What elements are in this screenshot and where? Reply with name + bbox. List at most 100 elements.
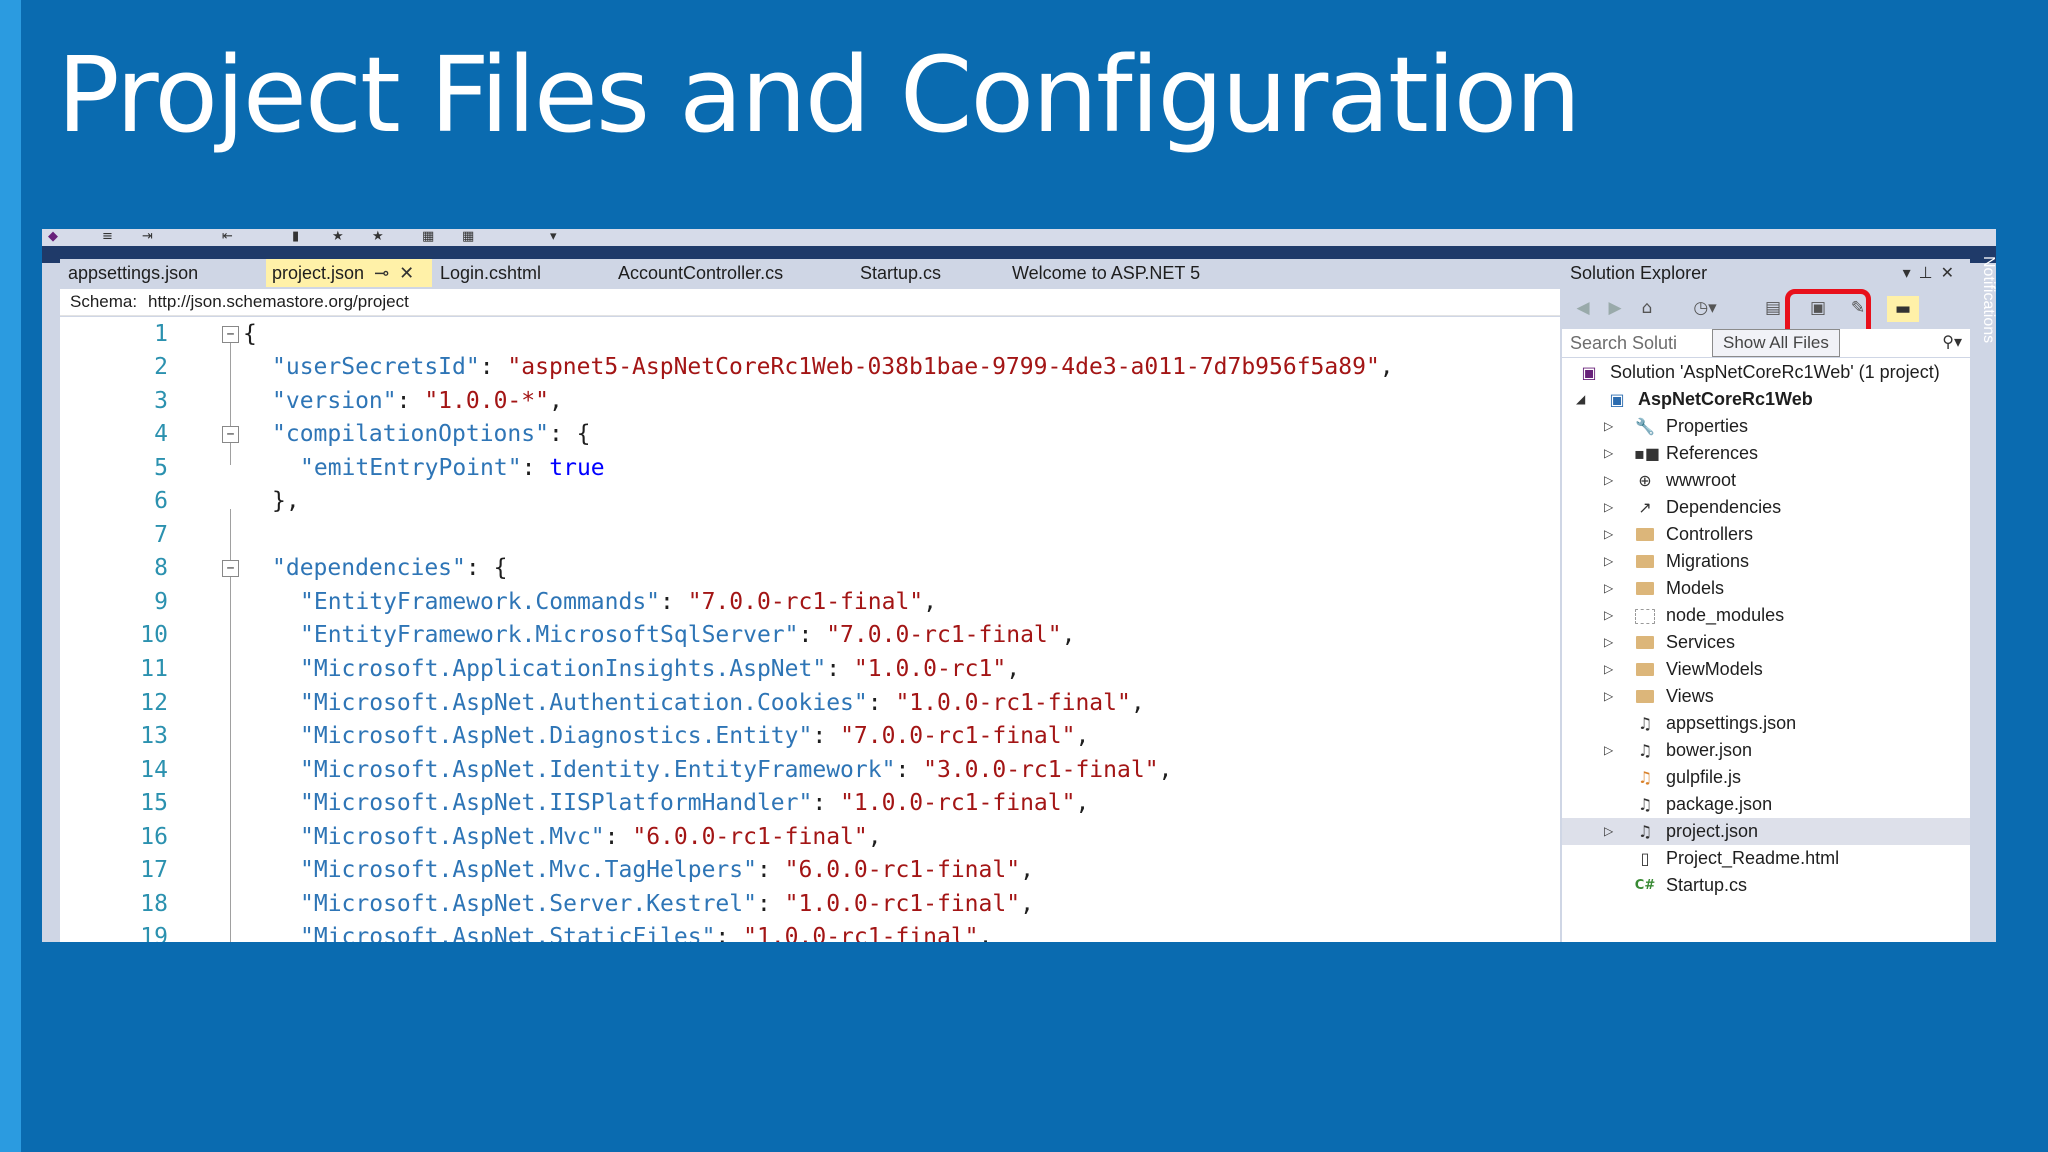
tree-label: Services xyxy=(1666,632,1736,652)
js-file-icon: ♫ xyxy=(1637,768,1653,787)
slide-title: Project Files and Configuration xyxy=(57,34,1581,156)
json-key: "userSecretsId" xyxy=(272,354,480,380)
toolbar-dropdown-icon[interactable]: ▾ xyxy=(550,230,557,244)
collapse-all-icon[interactable]: ▤ xyxy=(1760,296,1786,320)
references-icon: ▪■ xyxy=(1634,444,1660,463)
folder-icon xyxy=(1634,548,1656,576)
search-icon[interactable]: ⚲▾ xyxy=(1942,332,1962,351)
toolbar-next-bookmark-icon[interactable]: ★ xyxy=(372,230,384,244)
tree-item[interactable]: ▯ Project_Readme.html xyxy=(1562,845,1970,872)
tree-item[interactable]: C# Startup.cs xyxy=(1562,872,1970,899)
collapsed-arrow-icon[interactable]: ▷ xyxy=(1604,737,1613,764)
tree-item[interactable]: ▷ ↗ Dependencies xyxy=(1562,494,1970,521)
collapsed-arrow-icon[interactable]: ▷ xyxy=(1604,467,1613,494)
collapsed-arrow-icon[interactable]: ▷ xyxy=(1604,440,1613,467)
collapsed-arrow-icon[interactable]: ▷ xyxy=(1604,602,1613,629)
json-string: "7.0.0-rc1-final" xyxy=(840,723,1076,749)
line-number: 9 xyxy=(154,589,168,615)
tree-item[interactable]: ▷ Migrations xyxy=(1562,548,1970,575)
tab-label: Welcome to ASP.NET 5 xyxy=(1012,263,1201,283)
collapsed-arrow-icon[interactable]: ▷ xyxy=(1604,629,1613,656)
code-editor[interactable]: 1 − { 2 "userSecretsId": "aspnet5-AspNet… xyxy=(60,317,1570,942)
collapse-icon[interactable]: − xyxy=(222,426,239,443)
tab-appsettings[interactable]: appsettings.json xyxy=(60,259,272,287)
tree-item[interactable]: ♫ appsettings.json xyxy=(1562,710,1970,737)
solution-explorer-header: Solution Explorer ▾⊥✕ xyxy=(1562,259,1970,287)
expanded-arrow-icon[interactable]: ◢ xyxy=(1576,386,1585,413)
code-text: "Microsoft.ApplicationInsights.AspNet": … xyxy=(300,656,1021,682)
forward-icon[interactable]: ▶ xyxy=(1602,296,1628,320)
collapse-icon[interactable]: − xyxy=(222,326,239,343)
tree-item[interactable]: ▷ Models xyxy=(1562,575,1970,602)
toolbar-grid-icon[interactable]: ▦ xyxy=(462,230,474,244)
code-line: 15 "Microsoft.AspNet.IISPlatformHandler"… xyxy=(60,786,1570,820)
line-number: 16 xyxy=(140,824,168,850)
solution-explorer-title: Solution Explorer xyxy=(1570,263,1708,283)
collapse-icon[interactable]: − xyxy=(222,560,239,577)
tab-label: appsettings.json xyxy=(68,263,199,283)
pin-icon[interactable]: ⊥ xyxy=(1919,263,1941,282)
home-icon[interactable]: ⌂ xyxy=(1634,296,1660,320)
tab-project-json[interactable]: project.json ⊸ ✕ xyxy=(266,259,432,287)
tree-item[interactable]: ▷ ViewModels xyxy=(1562,656,1970,683)
tree-item[interactable]: ▷ Services xyxy=(1562,629,1970,656)
pin-icon[interactable]: ⊸ xyxy=(374,260,389,288)
tree-label: wwwroot xyxy=(1666,470,1737,490)
toolbar-indent-icon[interactable]: ⇥ xyxy=(142,230,153,244)
dropdown-icon[interactable]: ▾ xyxy=(1903,263,1919,282)
line-number: 7 xyxy=(154,522,168,548)
tree-label: Dependencies xyxy=(1666,497,1782,517)
schema-selector[interactable]: Schema: http://json.schemastore.org/proj… xyxy=(60,289,1590,316)
tab-startup[interactable]: Startup.cs xyxy=(848,259,1010,287)
tab-welcome[interactable]: Welcome to ASP.NET 5 xyxy=(1000,259,1312,287)
json-key: "Microsoft.AspNet.Diagnostics.Entity" xyxy=(300,723,813,749)
tab-accountcontroller[interactable]: AccountController.cs xyxy=(606,259,858,287)
collapsed-arrow-icon[interactable]: ▷ xyxy=(1604,683,1613,710)
tree-item[interactable]: ▷ 🔧 Properties xyxy=(1562,413,1970,440)
collapsed-arrow-icon[interactable]: ▷ xyxy=(1604,818,1613,845)
code-text: "Microsoft.AspNet.StaticFiles": "1.0.0-r… xyxy=(300,920,992,942)
tab-label: Login.cshtml xyxy=(440,263,542,283)
tree-item[interactable]: ▷ ♫ bower.json xyxy=(1562,737,1970,764)
tree-label: Properties xyxy=(1666,416,1749,436)
notifications-tab[interactable]: Notifications xyxy=(1975,256,2001,366)
wrench-icon: 🔧 xyxy=(1635,417,1655,436)
collapsed-arrow-icon[interactable]: ▷ xyxy=(1604,521,1613,548)
toolbar-bookmark-icon[interactable]: ▮ xyxy=(292,230,299,244)
tree-item[interactable]: ▷ node_modules xyxy=(1562,602,1970,629)
collapsed-arrow-icon[interactable]: ▷ xyxy=(1604,575,1613,602)
collapsed-arrow-icon[interactable]: ▷ xyxy=(1604,656,1613,683)
toolbar-prev-bookmark-icon[interactable]: ★ xyxy=(332,230,344,244)
tree-item[interactable]: ♫ gulpfile.js xyxy=(1562,764,1970,791)
folder-icon xyxy=(1634,656,1656,684)
back-icon[interactable]: ◀ xyxy=(1570,296,1596,320)
tree-item-project[interactable]: ◢ ▣ AspNetCoreRc1Web xyxy=(1562,386,1970,413)
collapsed-arrow-icon[interactable]: ▷ xyxy=(1604,548,1613,575)
tree-item[interactable]: ♫ package.json xyxy=(1562,791,1970,818)
tree-item-solution[interactable]: ▣ Solution 'AspNetCoreRc1Web' (1 project… xyxy=(1562,359,1970,386)
tree-item[interactable]: ▷ Controllers xyxy=(1562,521,1970,548)
html-file-icon: ▯ xyxy=(1640,849,1650,868)
json-key: "EntityFramework.Commands" xyxy=(300,589,661,615)
web-project-icon: ▣ xyxy=(1609,390,1625,409)
collapsed-arrow-icon[interactable]: ▷ xyxy=(1604,494,1613,521)
tree-item[interactable]: ▷ ▪■ References xyxy=(1562,440,1970,467)
tree-item-selected[interactable]: ▷ ♫ project.json xyxy=(1562,818,1970,845)
close-icon[interactable]: ✕ xyxy=(1941,263,1962,282)
toolbar-clear-bookmarks-icon[interactable]: ▦ xyxy=(422,230,434,244)
close-icon[interactable]: ✕ xyxy=(399,260,414,288)
json-key: "Microsoft.AspNet.Server.Kestrel" xyxy=(300,891,757,917)
solution-explorer-toolbar: ◀ ▶ ⌂ ◷▾ ▤ ▣ ✎ ▬ xyxy=(1562,287,1970,355)
preview-toggle-button[interactable]: ▬ xyxy=(1887,296,1919,322)
toolbar-outdent-icon[interactable]: ⇤ xyxy=(222,230,233,244)
code-text: "version": "1.0.0-*", xyxy=(272,388,563,414)
collapsed-arrow-icon[interactable]: ▷ xyxy=(1604,413,1613,440)
toolbar-comment-icon[interactable]: ≡ xyxy=(102,230,113,244)
code-line: 10 "EntityFramework.MicrosoftSqlServer":… xyxy=(60,618,1570,652)
tree-item[interactable]: ▷ Views xyxy=(1562,683,1970,710)
history-icon[interactable]: ◷▾ xyxy=(1692,296,1718,320)
tree-label: Views xyxy=(1666,686,1714,706)
tree-item[interactable]: ▷ ⊕ wwwroot xyxy=(1562,467,1970,494)
tree-label: package.json xyxy=(1666,794,1773,814)
tab-login[interactable]: Login.cshtml xyxy=(434,259,610,287)
